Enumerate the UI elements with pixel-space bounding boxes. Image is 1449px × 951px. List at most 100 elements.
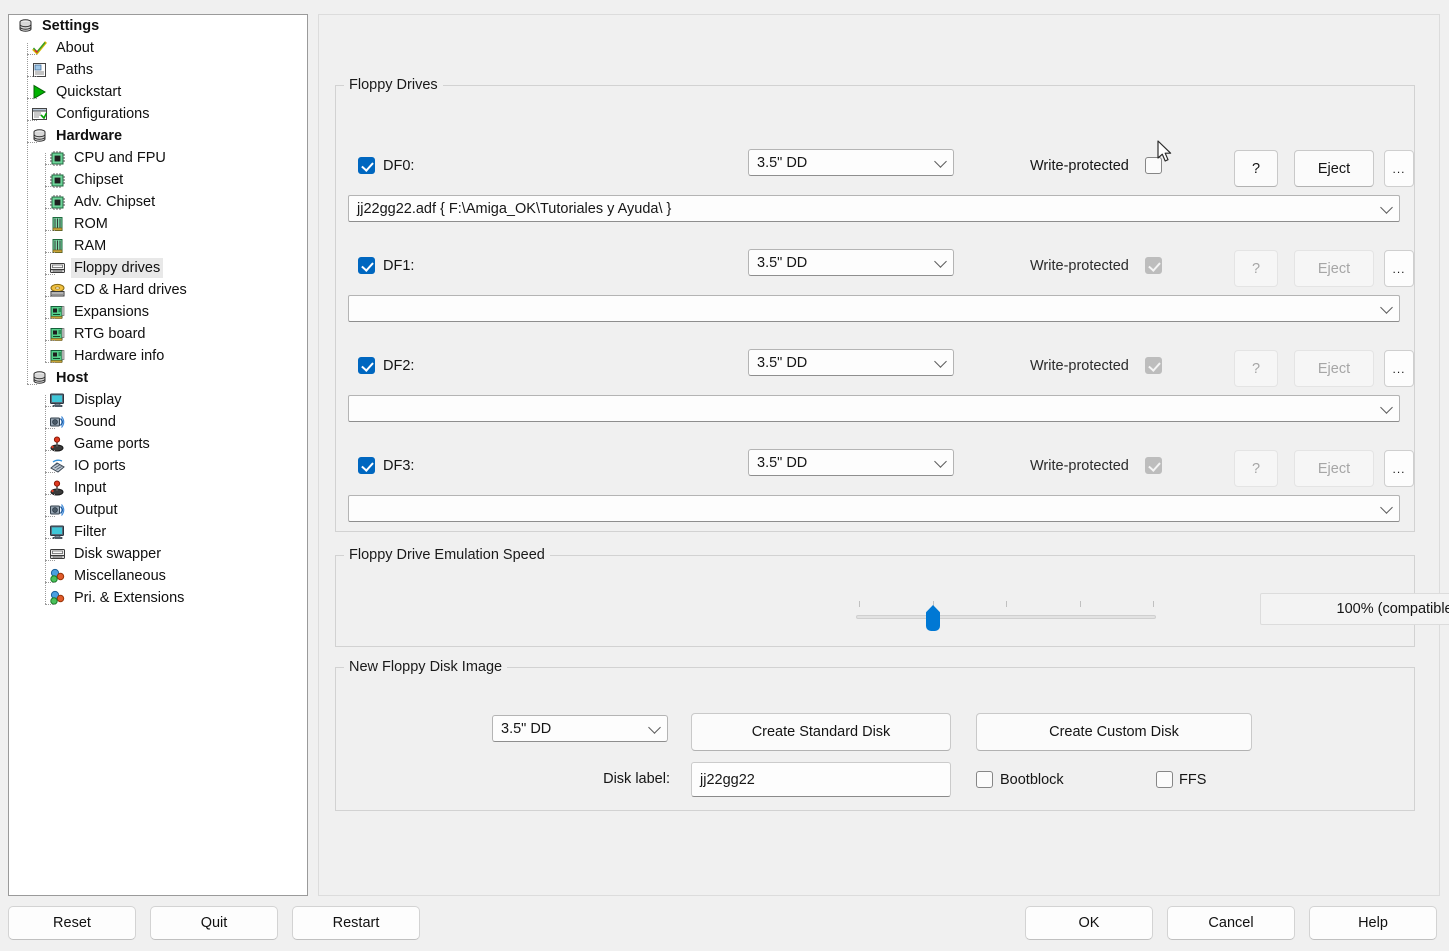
drive-eject-button[interactable]: Eject: [1294, 350, 1374, 387]
drive-image-path-select[interactable]: [348, 395, 1400, 422]
slider-tick: [1153, 601, 1154, 607]
sidebar-item-output[interactable]: Output: [9, 499, 307, 521]
sidebar-item-game-ports[interactable]: Game ports: [9, 433, 307, 455]
drive-type-value: 3.5" DD: [757, 354, 808, 371]
sidebar-item-disk-swapper[interactable]: Disk swapper: [9, 543, 307, 565]
tree-guide-line: [45, 274, 55, 275]
drive-enable-row-1[interactable]: DF1:: [358, 257, 414, 274]
drive-help-button[interactable]: ?: [1234, 350, 1278, 387]
tree-guide-line: [45, 153, 46, 362]
write-protected-row[interactable]: Write-protected: [1030, 357, 1162, 374]
sidebar-item-label: ROM: [74, 216, 108, 232]
sidebar-item-label: About: [56, 40, 94, 56]
cancel-button[interactable]: Cancel: [1167, 906, 1295, 940]
sidebar-item-io-ports[interactable]: IO ports: [9, 455, 307, 477]
sidebar-item-settings[interactable]: Settings: [9, 15, 307, 37]
sidebar-item-cpu-and-fpu[interactable]: CPU and FPU: [9, 147, 307, 169]
drive-row: DF1: 3.5" DD Write-protected? Eject...: [336, 235, 1414, 331]
restart-button[interactable]: Restart: [292, 906, 420, 940]
new-disk-type-select[interactable]: 3.5" DD: [492, 715, 668, 742]
sidebar-item-cd-hard-drives[interactable]: CD & Hard drives: [9, 279, 307, 301]
write-protected-row[interactable]: Write-protected: [1030, 157, 1162, 174]
slider-track[interactable]: [856, 615, 1156, 619]
write-protected-checkbox[interactable]: [1144, 357, 1162, 374]
drive-enable-checkbox[interactable]: [358, 457, 375, 474]
drive-label: DF0:: [383, 157, 415, 174]
write-protected-checkbox[interactable]: [1144, 157, 1162, 174]
sidebar-item-paths[interactable]: Paths: [9, 59, 307, 81]
slider-thumb[interactable]: [926, 605, 940, 631]
drive-eject-button[interactable]: Eject: [1294, 150, 1374, 187]
sidebar-item-rtg-board[interactable]: RTG board: [9, 323, 307, 345]
emulation-speed-slider[interactable]: [856, 591, 1156, 635]
disk-label-input[interactable]: jj22gg22: [691, 762, 951, 797]
sidebar-item-filter[interactable]: Filter: [9, 521, 307, 543]
drive-enable-row-0[interactable]: DF0:: [358, 157, 414, 174]
drive-image-path-select[interactable]: [348, 295, 1400, 322]
sidebar-item-hardware[interactable]: Hardware: [9, 125, 307, 147]
sidebar-item-miscellaneous[interactable]: Miscellaneous: [9, 565, 307, 587]
settings-tree[interactable]: Settings About Paths Quickstart Configuratio…: [8, 14, 308, 896]
drive-eject-button[interactable]: Eject: [1294, 250, 1374, 287]
emulation-speed-value[interactable]: 100% (compatible): [1260, 593, 1449, 625]
write-protected-checkbox[interactable]: [1144, 257, 1162, 274]
drive-browse-button[interactable]: ...: [1384, 350, 1414, 387]
sidebar-item-sound[interactable]: Sound: [9, 411, 307, 433]
tree-guide-line: [27, 142, 37, 143]
sidebar-item-display[interactable]: Display: [9, 389, 307, 411]
write-protected-label: Write-protected: [1030, 357, 1129, 374]
sidebar-item-label: Hardware: [56, 128, 123, 144]
write-protected-row[interactable]: Write-protected: [1030, 457, 1162, 474]
drive-label: DF1:: [383, 257, 415, 274]
write-protected-label: Write-protected: [1030, 457, 1129, 474]
help-button[interactable]: Help: [1309, 906, 1437, 940]
sidebar-item-quickstart[interactable]: Quickstart: [9, 81, 307, 103]
sidebar-item-expansions[interactable]: Expansions: [9, 301, 307, 323]
sidebar-item-floppy-drives[interactable]: Floppy drives: [9, 257, 307, 279]
quit-button[interactable]: Quit: [150, 906, 278, 940]
drive-help-button[interactable]: ?: [1234, 250, 1278, 287]
slider-tick: [1080, 601, 1081, 607]
bootblock-checkbox[interactable]: [976, 771, 993, 788]
bootblock-checkbox-row[interactable]: Bootblock: [976, 771, 1064, 788]
create-standard-disk-button[interactable]: Create Standard Disk: [691, 713, 951, 751]
sidebar-item-adv-chipset[interactable]: Adv. Chipset: [9, 191, 307, 213]
sidebar-item-ram[interactable]: RAM: [9, 235, 307, 257]
sidebar-item-about[interactable]: About: [9, 37, 307, 59]
sidebar-item-rom[interactable]: ROM: [9, 213, 307, 235]
ffs-checkbox[interactable]: [1156, 771, 1173, 788]
drive-eject-button[interactable]: Eject: [1294, 450, 1374, 487]
drive-enable-row-3[interactable]: DF3:: [358, 457, 414, 474]
ok-button[interactable]: OK: [1025, 906, 1153, 940]
sidebar-item-chipset[interactable]: Chipset: [9, 169, 307, 191]
drive-browse-button[interactable]: ...: [1384, 150, 1414, 187]
drive-type-select[interactable]: 3.5" DD: [748, 449, 954, 476]
ffs-checkbox-row[interactable]: FFS: [1156, 771, 1206, 788]
sidebar-item-configurations[interactable]: Configurations: [9, 103, 307, 125]
drive-image-path-select[interactable]: [348, 495, 1400, 522]
drive-enable-checkbox[interactable]: [358, 357, 375, 374]
sidebar-item-pri-extensions[interactable]: Pri. & Extensions: [9, 587, 307, 609]
drive-enable-row-2[interactable]: DF2:: [358, 357, 414, 374]
drive-type-select[interactable]: 3.5" DD: [748, 249, 954, 276]
drive-enable-checkbox[interactable]: [358, 257, 375, 274]
tree-guide-line: [45, 296, 55, 297]
drive-browse-button[interactable]: ...: [1384, 250, 1414, 287]
sidebar-item-input[interactable]: Input: [9, 477, 307, 499]
sidebar-item-hardware-info[interactable]: Hardware info: [9, 345, 307, 367]
floppy-drives-panel: Floppy Drives DF0: 3.5" DD Write-protected…: [318, 14, 1449, 896]
write-protected-checkbox[interactable]: [1144, 457, 1162, 474]
drive-browse-button[interactable]: ...: [1384, 450, 1414, 487]
sidebar-item-host[interactable]: Host: [9, 367, 307, 389]
drive-image-path-select[interactable]: jj22gg22.adf { F:\Amiga_OK\Tutoriales y …: [348, 195, 1400, 222]
drive-type-select[interactable]: 3.5" DD: [748, 349, 954, 376]
reset-button[interactable]: Reset: [8, 906, 136, 940]
write-protected-row[interactable]: Write-protected: [1030, 257, 1162, 274]
drive-help-button[interactable]: ?: [1234, 450, 1278, 487]
drive-help-button[interactable]: ?: [1234, 150, 1278, 187]
chevron-down-icon: [1380, 400, 1393, 414]
create-custom-disk-button[interactable]: Create Custom Disk: [976, 713, 1252, 751]
drive-type-select[interactable]: 3.5" DD: [748, 149, 954, 176]
chevron-down-icon: [934, 454, 947, 468]
drive-enable-checkbox[interactable]: [358, 157, 375, 174]
